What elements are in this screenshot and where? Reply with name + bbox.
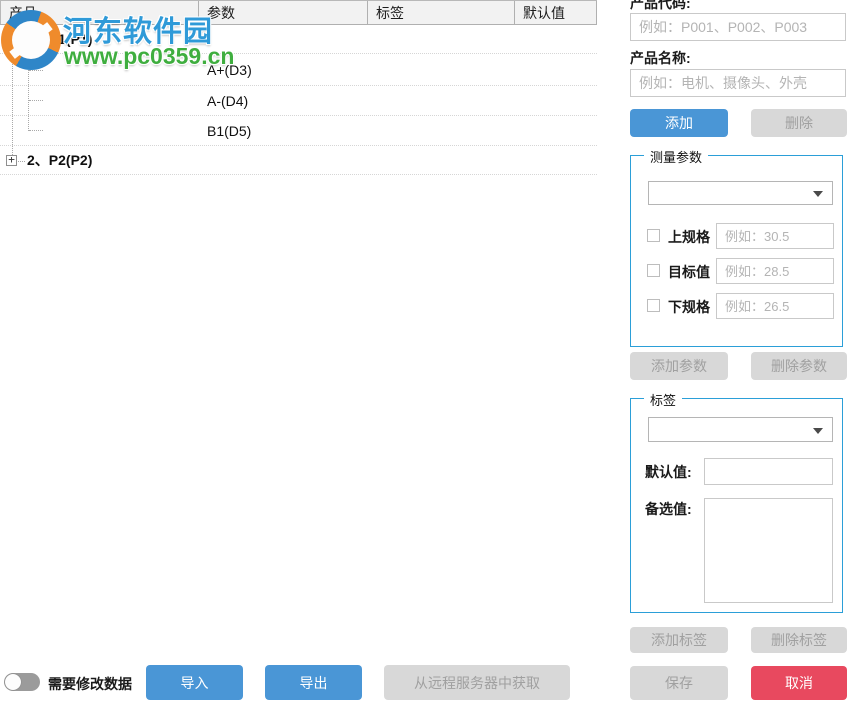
upper-spec-label: 上规格 xyxy=(668,227,710,247)
tag-alternatives-textarea[interactable] xyxy=(704,498,833,603)
column-header-product: 产品 xyxy=(0,1,199,24)
product-tree-table: 产品 参数 标签 默认值 1、P1(P1) A+(D3) A-(D4) B1(D… xyxy=(0,0,597,660)
target-value-label: 目标值 xyxy=(668,262,710,282)
target-value-checkbox[interactable] xyxy=(647,264,660,277)
param-cell[interactable]: B1(D5) xyxy=(207,123,251,139)
expand-expander-icon[interactable]: + xyxy=(6,155,17,166)
table-row[interactable]: A-(D4) xyxy=(0,86,597,116)
table-header: 产品 参数 标签 默认值 xyxy=(0,0,597,25)
right-form-panel: 产品代码: 产品名称: 添加 删除 测量参数 上规格 目标值 下规格 添加参数 … xyxy=(630,0,847,711)
add-param-button[interactable]: 添加参数 xyxy=(630,352,728,380)
tag-combobox[interactable] xyxy=(648,417,833,442)
column-header-default: 默认值 xyxy=(515,1,597,24)
lower-spec-checkbox[interactable] xyxy=(647,299,660,312)
product-code-input[interactable] xyxy=(630,13,846,41)
param-cell[interactable]: A+(D3) xyxy=(207,62,252,78)
product-name-label: 产品名称: xyxy=(630,48,691,68)
fetch-remote-button[interactable]: 从远程服务器中获取 xyxy=(384,665,570,700)
delete-param-button[interactable]: 删除参数 xyxy=(751,352,847,380)
param-cell[interactable]: A-(D4) xyxy=(207,93,248,109)
add-tag-button[interactable]: 添加标签 xyxy=(630,627,728,653)
product-parameter-dialog: 产品 参数 标签 默认值 1、P1(P1) A+(D3) A-(D4) B1(D… xyxy=(0,0,848,711)
export-button[interactable]: 导出 xyxy=(265,665,362,700)
tag-group-title: 标签 xyxy=(644,390,682,409)
upper-spec-checkbox[interactable] xyxy=(647,229,660,242)
chevron-down-icon xyxy=(813,428,823,434)
tag-group: 标签 默认值: 备选值: xyxy=(630,398,843,613)
tag-alt-label: 备选值: xyxy=(645,499,692,519)
delete-tag-button[interactable]: 删除标签 xyxy=(751,627,847,653)
cancel-button[interactable]: 取消 xyxy=(751,666,847,700)
delete-product-button[interactable]: 删除 xyxy=(751,109,847,137)
measure-param-group-title: 测量参数 xyxy=(644,147,708,166)
toggle-knob xyxy=(5,674,21,690)
import-button[interactable]: 导入 xyxy=(146,665,243,700)
target-value-input[interactable] xyxy=(716,258,834,284)
column-header-param: 参数 xyxy=(199,1,368,24)
table-row[interactable]: B1(D5) xyxy=(0,116,597,146)
lower-spec-input[interactable] xyxy=(716,293,834,319)
measure-param-group: 测量参数 上规格 目标值 下规格 xyxy=(630,155,843,347)
table-row[interactable]: 2、P2(P2) xyxy=(0,146,597,175)
tag-default-label: 默认值: xyxy=(645,462,692,482)
collapse-expander-icon[interactable]: - xyxy=(6,34,17,45)
product-code-label: 产品代码: xyxy=(630,0,691,13)
column-header-tag: 标签 xyxy=(368,1,515,24)
measure-param-combobox[interactable] xyxy=(648,181,833,205)
lower-spec-label: 下规格 xyxy=(668,297,710,317)
tree-item-p2-label[interactable]: 2、P2(P2) xyxy=(27,150,92,170)
save-button[interactable]: 保存 xyxy=(630,666,728,700)
add-product-button[interactable]: 添加 xyxy=(630,109,728,137)
table-row[interactable]: A+(D3) xyxy=(0,54,597,86)
modify-data-toggle-label: 需要修改数据 xyxy=(48,674,132,694)
table-row[interactable]: 1、P1(P1) xyxy=(0,25,597,54)
product-name-input[interactable] xyxy=(630,69,846,97)
modify-data-toggle[interactable] xyxy=(4,673,40,691)
upper-spec-input[interactable] xyxy=(716,223,834,249)
chevron-down-icon xyxy=(813,191,823,197)
tag-default-input[interactable] xyxy=(704,458,833,485)
tree-item-p1-label[interactable]: 1、P1(P1) xyxy=(27,29,92,49)
